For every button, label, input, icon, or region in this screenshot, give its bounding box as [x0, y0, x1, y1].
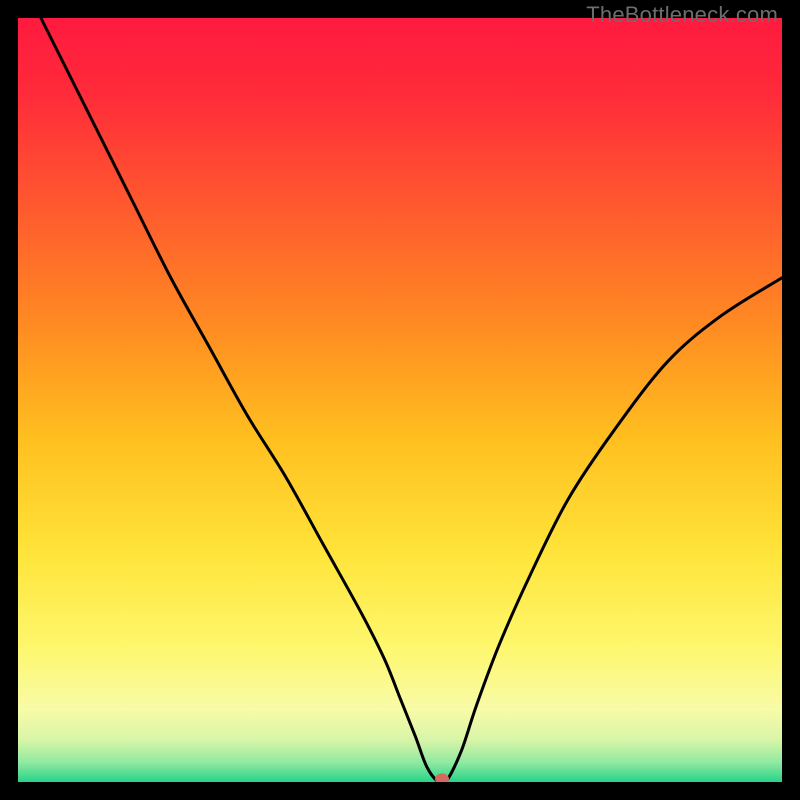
watermark-text: TheBottleneck.com: [586, 2, 778, 28]
chart-frame: [18, 18, 782, 782]
gradient-background: [18, 18, 782, 782]
bottleneck-chart: [18, 18, 782, 782]
